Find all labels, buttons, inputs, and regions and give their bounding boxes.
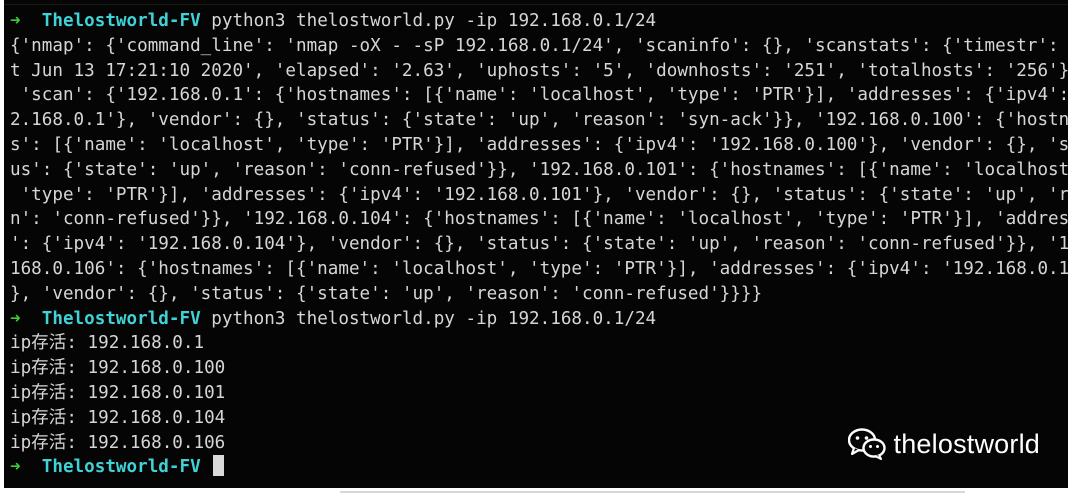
output-line: t Jun 13 17:21:10 2020', 'elapsed': '2.6…: [10, 60, 1068, 81]
output-line: 'type': 'PTR'}], 'addresses': {'ipv4': '…: [10, 184, 1068, 205]
prompt-directory: Thelostworld-FV: [41, 11, 201, 31]
cursor: [213, 455, 225, 477]
output-line: {'nmap': {'command_line': 'nmap -oX - -s…: [10, 35, 1068, 56]
result-line: ip存活: 192.168.0.100: [10, 358, 226, 379]
prompt-arrow-icon: ➜: [10, 457, 21, 478]
output-line: 2.168.0.1'}, 'vendor': {}, 'status': {'s…: [10, 110, 1068, 131]
output-line: n': 'conn-refused'}}, '192.168.0.104': {…: [10, 209, 1068, 230]
prompt-arrow-icon: ➜: [10, 308, 21, 329]
prompt-line-1: ➜ Thelostworld-FV python3 thelostworld.p…: [10, 9, 1064, 34]
prompt-line-2: ➜ Thelostworld-FV python3 thelostworld.p…: [10, 307, 1064, 332]
result-line: ip存活: 192.168.0.1: [10, 333, 205, 354]
prompt-arrow-icon: ➜: [10, 11, 21, 31]
top-edge: [4, 0, 1068, 5]
command-text: python3 thelostworld.py -ip 192.168.0.1/…: [211, 11, 657, 31]
output-line: us': {'state': 'up', 'reason': 'conn-ref…: [10, 159, 1068, 180]
bottom-divider: [340, 491, 965, 493]
watermark: thelostworld: [847, 428, 1040, 460]
output-line: ': {'ipv4': '192.168.0.104'}, 'vendor': …: [10, 234, 1068, 255]
wechat-icon: [847, 428, 886, 460]
command-text: python3 thelostworld.py -ip 192.168.0.1/…: [211, 308, 657, 329]
watermark-text: thelostworld: [893, 428, 1040, 459]
output-line: 168.0.106': {'hostnames': [{'name': 'loc…: [10, 258, 1068, 279]
terminal-output: ➜ Thelostworld-FV python3 thelostworld.p…: [10, 9, 1068, 480]
output-line: s': [{'name': 'localhost', 'type': 'PTR'…: [10, 134, 1068, 155]
result-line: ip存活: 192.168.0.101: [10, 382, 226, 403]
result-line: ip存活: 192.168.0.104: [10, 407, 226, 428]
output-line: }, 'vendor': {}, 'status': {'state': 'up…: [10, 283, 763, 304]
prompt-directory: Thelostworld-FV: [41, 308, 201, 329]
prompt-directory: Thelostworld-FV: [41, 457, 201, 478]
output-line: 'scan': {'192.168.0.1': {'hostnames': [{…: [10, 85, 1068, 106]
terminal-window[interactable]: ➜ Thelostworld-FV python3 thelostworld.p…: [4, 0, 1068, 488]
